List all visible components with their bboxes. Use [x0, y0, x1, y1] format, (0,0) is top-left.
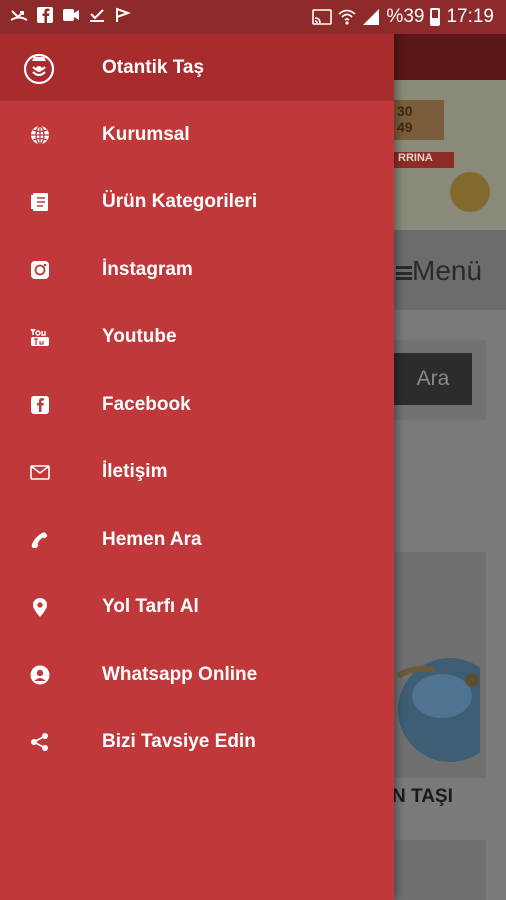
- drawer-title: Otantik Taş: [102, 56, 205, 78]
- battery-percent: %39: [386, 6, 425, 27]
- menu-item-instagram[interactable]: İnstagram: [0, 236, 394, 304]
- share-icon: [29, 731, 51, 753]
- menu-item-whatsapp-online[interactable]: Whatsapp Online: [0, 641, 394, 709]
- hamburger-icon: [396, 265, 412, 280]
- menu-label: Hemen Ara: [102, 528, 202, 550]
- menu-item-bizi-tavsiye-edin[interactable]: Bizi Tavsiye Edin: [0, 709, 394, 777]
- menu-label: İletişim: [102, 461, 168, 483]
- status-bar: %39 17:19: [0, 0, 506, 34]
- menu-label: İnstagram: [102, 258, 193, 280]
- battery-icon: [430, 8, 441, 26]
- youtube-icon: [29, 326, 51, 348]
- menu-item-facebook[interactable]: Facebook: [0, 371, 394, 439]
- video-icon: [63, 9, 79, 21]
- clock: 17:19: [446, 6, 494, 27]
- download-done-icon: [90, 9, 104, 22]
- user-circle-icon: [29, 664, 51, 686]
- background-product-title: N TAŞI: [392, 786, 453, 807]
- menu-label: Ürün Kategorileri: [102, 191, 258, 213]
- menu-label: Youtube: [102, 326, 177, 348]
- menu-item-iletisim[interactable]: İletişim: [0, 439, 394, 507]
- menu-item-hemen-ara[interactable]: Hemen Ara: [0, 506, 394, 574]
- background-menu-label: Menü: [412, 255, 483, 286]
- navigation-drawer: Otantik Taş Kurumsal Ürün Kategorileri İ…: [0, 34, 394, 900]
- menu-label: Facebook: [102, 393, 191, 415]
- logo-icon: [23, 53, 55, 84]
- background-menu-button: Menü: [396, 255, 482, 287]
- drawer-menu: Kurumsal Ürün Kategorileri İnstagram You…: [0, 101, 394, 776]
- menu-item-yol-tarfi-al[interactable]: Yol Tarfı Al: [0, 574, 394, 642]
- background-product-image: [396, 658, 480, 762]
- flag-icon: [116, 7, 131, 22]
- cast-icon: [312, 9, 333, 25]
- background-product-card-2: [394, 840, 486, 900]
- globe-icon: [29, 124, 51, 146]
- location-pin-icon: [29, 596, 51, 618]
- notification-icons: [10, 7, 132, 23]
- facebook-icon: [29, 394, 51, 416]
- menu-item-kurumsal[interactable]: Kurumsal: [0, 101, 394, 169]
- background-banner: 30 49 RRINA: [394, 80, 506, 230]
- menu-label: Bizi Tavsiye Edin: [102, 731, 256, 753]
- wifi-icon: [338, 9, 357, 25]
- menu-item-urun-kategorileri[interactable]: Ürün Kategorileri: [0, 169, 394, 237]
- background-search-button: Ara: [394, 353, 472, 405]
- banner-numbers: 30 49: [394, 100, 444, 140]
- book-icon: [29, 191, 51, 213]
- envelope-icon: [29, 461, 51, 483]
- system-status: %39 17:19: [312, 6, 494, 28]
- banner-text: RRINA: [394, 152, 454, 168]
- menu-item-youtube[interactable]: Youtube: [0, 304, 394, 372]
- signal-icon: [363, 9, 380, 25]
- missed-call-icon: [10, 10, 28, 21]
- drawer-header[interactable]: Otantik Taş: [0, 34, 394, 101]
- banner-badge: [450, 172, 490, 212]
- menu-label: Yol Tarfı Al: [102, 596, 199, 618]
- phone-icon: [29, 529, 51, 551]
- menu-label: Whatsapp Online: [102, 663, 258, 685]
- instagram-icon: [29, 259, 51, 281]
- facebook-icon: [37, 7, 53, 23]
- menu-label: Kurumsal: [102, 123, 190, 145]
